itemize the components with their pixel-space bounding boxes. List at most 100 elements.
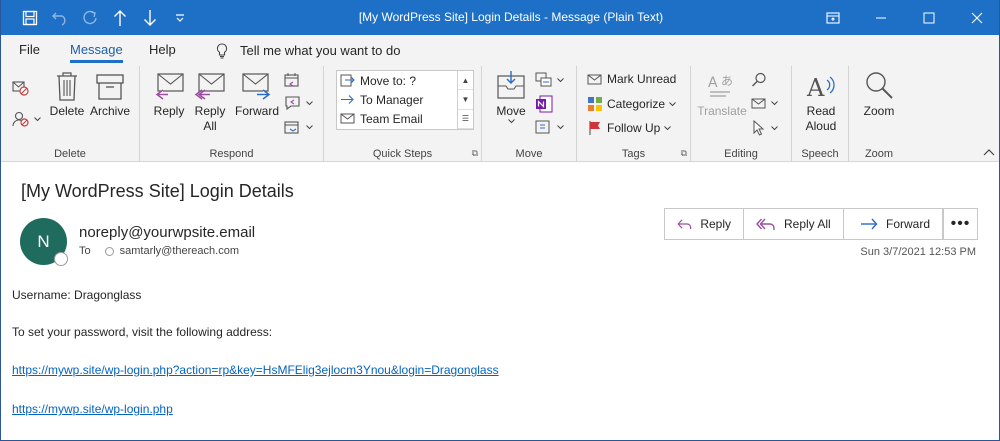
archive-label: Archive (89, 104, 130, 118)
body-username-line: Username: Dragonglass (12, 288, 142, 302)
follow-up-label: Follow Up (607, 121, 661, 135)
scroll-down-icon[interactable]: ▼ (458, 90, 473, 110)
mark-unread-label: Mark Unread (607, 72, 677, 86)
read-aloud-icon: A (806, 74, 835, 102)
categorize-label: Categorize (607, 97, 666, 111)
delete-button[interactable]: Delete (49, 70, 85, 119)
mark-unread-button[interactable]: Mark Unread (587, 72, 676, 86)
recipient-presence-icon (104, 246, 114, 256)
reply-all-action-label: Reply All (784, 217, 831, 231)
reply-action-label: Reply (700, 217, 731, 231)
quick-step-team-email[interactable]: Team Email (337, 109, 473, 128)
forward-button[interactable]: Forward (233, 70, 281, 119)
translate-button[interactable]: Aあ Translate (697, 70, 747, 119)
close-icon[interactable] (953, 0, 999, 35)
more-respond-icon (284, 121, 299, 134)
save-icon[interactable] (15, 0, 45, 35)
ribbon: Delete Archive Delete Reply Reply All Fo… (1, 66, 999, 162)
maximize-icon[interactable] (905, 0, 953, 35)
message-subject: [My WordPress Site] Login Details (21, 181, 294, 201)
reply-all-icon (194, 73, 225, 100)
tell-me-search[interactable]: Tell me what you want to do (216, 35, 400, 66)
forward-action-label: Forward (885, 217, 930, 231)
onenote-icon (536, 95, 553, 113)
reply-all-label-2: All (203, 119, 217, 133)
customize-qat-icon[interactable] (165, 0, 195, 35)
forward-icon (242, 73, 271, 100)
arrow-down-icon[interactable] (135, 0, 165, 35)
ignore-icon (12, 81, 29, 96)
reply-icon (155, 73, 184, 100)
select-button[interactable] (751, 120, 778, 136)
outlook-message-window: [My WordPress Site] Login Details - Mess… (0, 0, 1000, 441)
chevron-down-icon (34, 116, 41, 121)
move-to-icon (340, 74, 355, 87)
read-aloud-label-1: Read (806, 104, 836, 118)
title-bar: [My WordPress Site] Login Details - Mess… (1, 0, 999, 35)
find-button[interactable] (751, 72, 767, 88)
tab-message[interactable]: Message (70, 35, 123, 66)
quick-step-move-to[interactable]: Move to: ? (337, 71, 473, 90)
related-button[interactable] (751, 96, 778, 110)
group-label-tags: Tags (621, 148, 646, 160)
read-aloud-button[interactable]: A Read Aloud (800, 70, 842, 134)
group-label-editing: Editing (724, 148, 758, 160)
recipient-row: To samtarly@thereach.com (79, 245, 239, 257)
collapse-ribbon-icon[interactable] (983, 148, 995, 159)
reply-all-action-button[interactable]: Reply All (744, 209, 844, 239)
recipient-address[interactable]: samtarly@thereach.com (120, 245, 239, 257)
password-reset-link[interactable]: https://mywp.site/wp-login.php?action=rp… (12, 363, 499, 377)
archive-button[interactable]: Archive (88, 70, 132, 119)
reply-all-button[interactable]: Reply All (192, 70, 228, 134)
reply-action-button[interactable]: Reply (665, 209, 744, 239)
translate-label: Translate (697, 104, 747, 118)
meeting-button[interactable] (284, 72, 302, 88)
menu-bar: File Message Help Tell me what you want … (1, 35, 999, 66)
expand-gallery-icon[interactable]: ☰ (458, 110, 473, 129)
move-folder-icon (497, 71, 525, 99)
reply-all-label-1: Reply (194, 104, 226, 118)
quick-step-to-manager[interactable]: To Manager (337, 90, 473, 109)
zoom-button[interactable]: Zoom (859, 70, 899, 119)
message-timestamp: Sun 3/7/2021 12:53 PM (860, 246, 976, 258)
rules-button[interactable] (535, 72, 564, 88)
message-actions: Reply Reply All Forward (664, 208, 943, 240)
quick-steps-gallery: Move to: ? To Manager Team Email ▲ ▼ ☰ (336, 70, 474, 130)
ignore-button[interactable] (12, 80, 30, 96)
actions-button[interactable] (535, 119, 564, 135)
undo-icon[interactable] (45, 0, 75, 35)
cursor-icon (753, 120, 765, 136)
sender-address[interactable]: noreply@yourwpsite.email (79, 224, 255, 241)
junk-button[interactable] (12, 110, 41, 128)
tab-help[interactable]: Help (149, 35, 176, 66)
reply-all-arrow-icon (756, 218, 775, 230)
chevron-down-icon (557, 124, 564, 129)
minimize-icon[interactable] (857, 0, 905, 35)
categorize-button[interactable]: Categorize (587, 96, 676, 112)
ribbon-display-options-icon[interactable] (809, 0, 857, 35)
junk-icon (12, 111, 29, 127)
scroll-up-icon[interactable]: ▲ (458, 71, 473, 91)
reply-button[interactable]: Reply (150, 70, 188, 119)
read-aloud-label-2: Aloud (805, 119, 837, 133)
group-label-quick-steps: Quick Steps (372, 148, 433, 160)
tab-file[interactable]: File (19, 35, 40, 66)
search-icon (752, 72, 766, 87)
group-zoom: Zoom Zoom (849, 66, 909, 162)
envelope-icon (751, 98, 766, 109)
chevron-down-icon (664, 125, 672, 130)
onenote-button[interactable] (535, 95, 553, 113)
actions-icon (535, 120, 550, 134)
arrow-up-icon[interactable] (105, 0, 135, 35)
forward-action-button[interactable]: Forward (844, 209, 942, 239)
group-label-delete: Delete (54, 148, 86, 160)
more-actions-button[interactable]: ••• (943, 208, 978, 240)
redo-icon[interactable] (75, 0, 105, 35)
follow-up-button[interactable]: Follow Up (587, 120, 672, 136)
more-respond-button[interactable] (284, 119, 313, 135)
group-delete: Delete Archive Delete (1, 66, 140, 162)
move-button[interactable]: Move (491, 70, 531, 126)
group-label-respond: Respond (209, 148, 254, 160)
im-reply-button[interactable] (284, 95, 313, 111)
login-link[interactable]: https://mywp.site/wp-login.php (12, 402, 173, 416)
